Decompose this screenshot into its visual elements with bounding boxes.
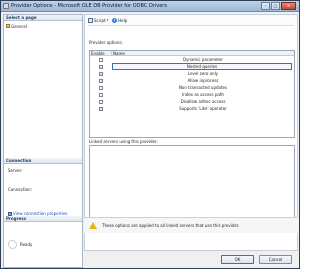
option-name: Disallow adhoc access	[180, 99, 226, 104]
progress-status-text: Ready	[20, 242, 33, 247]
script-label: Script	[94, 17, 106, 23]
option-name: Index as access path	[182, 92, 224, 97]
page-icon	[6, 24, 10, 28]
enable-cell: ✓	[90, 106, 112, 111]
enable-checkbox[interactable]	[99, 57, 103, 62]
table-row[interactable]: ✓ Allow inprocess	[90, 77, 294, 84]
sidebar-item-label: General	[11, 23, 27, 29]
provider-options-window: Provider Options - Microsoft OLE DB Prov…	[0, 0, 300, 269]
provider-options-grid: Enable Name Dynamic parameter ✓ Nested que…	[89, 50, 295, 138]
option-name: Dynamic parameter	[182, 57, 224, 62]
enable-checkbox[interactable]	[99, 85, 103, 90]
window-controls: – □ ✕	[261, 2, 296, 10]
window-title: Provider Options - Microsoft OLE DB Prov…	[11, 3, 167, 9]
progress-status: Ready	[8, 240, 32, 249]
connection-label: Connection:	[8, 187, 32, 192]
app-icon	[3, 3, 9, 9]
warning-bar: These options are applied to all linked …	[84, 217, 298, 233]
left-pane: Select a page General Connection Server:…	[3, 14, 83, 268]
script-icon	[88, 17, 93, 23]
table-row[interactable]: ✓ Supports 'Like' operator	[90, 105, 294, 112]
progress-spinner-icon	[8, 240, 17, 249]
help-label: Help	[118, 17, 128, 23]
help-icon: ?	[112, 17, 118, 23]
grid-rows: Dynamic parameter ✓ Nested queries ✓ Level z…	[90, 56, 294, 112]
enable-cell	[90, 92, 112, 97]
column-enable[interactable]: Enable	[90, 51, 112, 56]
enable-cell	[90, 85, 112, 90]
enable-checkbox[interactable]: ✓	[99, 78, 103, 83]
enable-cell	[90, 99, 112, 104]
enable-checkbox[interactable]	[99, 92, 103, 97]
dialog-footer: OK Cancel	[84, 253, 298, 267]
option-name: Non transacted updates	[178, 85, 228, 90]
chevron-down-icon[interactable]: ▾	[107, 18, 109, 22]
option-name: Level zero only	[187, 71, 219, 76]
table-row[interactable]: Dynamic parameter	[90, 56, 294, 63]
enable-checkbox[interactable]: ✓	[99, 71, 103, 76]
option-name: Nested queries	[112, 63, 292, 70]
ok-button[interactable]: OK	[221, 255, 254, 264]
properties-icon	[8, 211, 12, 216]
table-row[interactable]: Disallow adhoc access	[90, 98, 294, 105]
enable-checkbox[interactable]	[99, 99, 103, 104]
enable-cell: ✓	[90, 64, 112, 69]
toolbar: Script ▾ ? Help	[85, 15, 297, 25]
sidebar-item-general[interactable]: General	[6, 23, 27, 29]
minimize-button[interactable]: –	[261, 2, 270, 10]
toolbar-divider	[88, 25, 294, 26]
title-bar[interactable]: Provider Options - Microsoft OLE DB Prov…	[1, 1, 299, 12]
option-name: Allow inprocess	[187, 78, 219, 83]
maximize-button[interactable]: □	[271, 2, 280, 10]
column-name[interactable]: Name	[112, 51, 294, 56]
enable-cell	[90, 57, 112, 62]
connection-header: Connection	[4, 158, 82, 164]
table-row[interactable]: ✓ Nested queries	[90, 63, 294, 70]
table-row[interactable]: Non transacted updates	[90, 84, 294, 91]
provider-options-label: Provider options:	[89, 40, 123, 45]
enable-checkbox[interactable]: ✓	[99, 64, 103, 69]
option-name: Supports 'Like' operator	[179, 106, 227, 111]
progress-header: Progress	[4, 216, 82, 222]
cancel-button[interactable]: Cancel	[259, 255, 292, 264]
close-button[interactable]: ✕	[281, 2, 296, 10]
table-row[interactable]: Index as access path	[90, 91, 294, 98]
select-page-header: Select a page	[4, 15, 82, 21]
warning-icon	[89, 222, 97, 229]
warning-text: These options are applied to all linked …	[102, 223, 240, 228]
main-pane: Script ▾ ? Help Provider options: Enable…	[84, 14, 298, 251]
enable-cell: ✓	[90, 78, 112, 83]
enable-cell: ✓	[90, 71, 112, 76]
linked-servers-label: Linked servers using this provider:	[89, 139, 158, 144]
server-label: Server:	[8, 168, 23, 173]
script-button[interactable]: Script ▾	[88, 17, 109, 23]
enable-checkbox[interactable]: ✓	[99, 106, 103, 111]
table-row[interactable]: ✓ Level zero only	[90, 70, 294, 77]
help-button[interactable]: ? Help	[112, 17, 128, 23]
